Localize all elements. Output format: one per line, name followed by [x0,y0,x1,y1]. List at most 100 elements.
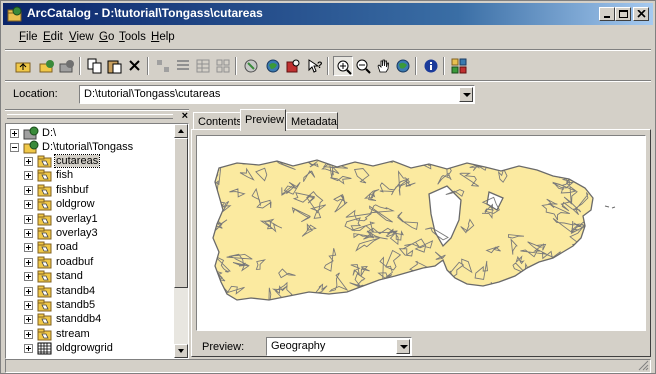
content-panel: Contents Preview Metadata Preview: Geogr… [191,109,651,357]
window-title: ArcCatalog - D:\tutorial\Tongass\cutarea… [27,6,263,20]
catalog-tree[interactable]: D:\ D:\tutorial\Tongass cutareas fish fish… [5,123,189,359]
create-thumbnail-button[interactable] [449,56,469,76]
scroll-thumb[interactable] [174,138,188,288]
location-value[interactable]: D:\tutorial\Tongass\cutareas [84,88,220,100]
minimize-button[interactable] [599,7,615,21]
tree-item-oldgrowgrid[interactable]: oldgrowgrid [24,341,170,355]
menu-edit[interactable]: Edit [43,31,63,43]
close-tree-icon[interactable]: × [182,110,188,122]
tree-item-standb5[interactable]: standb5 [24,298,170,312]
details-button[interactable] [193,56,213,76]
tab-metadata[interactable]: Metadata [286,112,338,130]
expand-icon[interactable] [24,301,33,310]
expand-icon[interactable] [24,185,33,195]
whats-this-button[interactable]: ? [305,56,325,76]
expand-icon[interactable] [24,171,33,181]
expand-icon[interactable] [24,200,33,210]
launch-arcmap-button[interactable] [241,56,261,76]
disconnect-folder-button[interactable] [57,56,77,76]
expand-icon[interactable] [24,243,33,253]
up-one-level-button[interactable] [13,56,33,76]
expand-icon[interactable] [24,257,33,267]
geography-preview-map[interactable] [196,135,646,331]
close-button[interactable] [633,7,649,21]
full-extent-button[interactable] [393,56,413,76]
connect-folder-icon [39,60,54,73]
tree-item-overlay3[interactable]: overlay3 [24,226,170,240]
menu-file[interactable]: File [19,31,38,43]
delete-button[interactable] [125,56,145,76]
tree-item-standb4[interactable]: standb4 [24,284,170,298]
catalog-tree-button[interactable] [263,56,283,76]
tree-item-label: overlay1 [56,212,98,225]
tree-item-standdb4[interactable]: standdb4 [24,312,170,326]
coverage-icon [37,256,52,269]
preview-type-value[interactable]: Geography [271,340,325,352]
zoom-out-icon [356,59,371,74]
search-button[interactable] [283,56,303,76]
drive-connection-icon [23,126,39,140]
maximize-button[interactable] [615,7,631,21]
copy-button[interactable] [85,56,105,76]
tree-item-label: oldgrow [56,198,95,211]
expand-icon[interactable] [24,329,33,339]
scroll-down-button[interactable] [174,344,188,358]
tree-item-stand[interactable]: stand [24,269,170,283]
thumbnails-button[interactable] [213,56,233,76]
tree-caption[interactable]: × [5,110,189,122]
tab-preview[interactable]: Preview [240,109,286,131]
coverage-icon [37,169,52,182]
tree-item-road[interactable]: road [24,240,170,254]
tree-item-stream[interactable]: stream [24,327,170,341]
tree-item-label: standdb4 [56,313,102,326]
menu-tools[interactable]: Tools [119,31,146,43]
location-dropdown-button[interactable] [459,87,473,102]
expand-icon[interactable] [24,344,33,354]
zoom-in-button[interactable] [333,56,353,76]
tree-item-label: stand [56,270,83,283]
large-icons-button[interactable] [153,56,173,76]
identify-button[interactable] [421,56,441,76]
menu-view[interactable]: View [69,31,94,43]
tree-item-cutareas[interactable]: cutareas [24,154,170,168]
expand-icon[interactable] [24,229,33,238]
menu-help[interactable]: Help [151,31,175,43]
tree-scrollbar[interactable] [174,124,188,358]
tree-item-label: fishbuf [56,183,89,196]
tree-item-fish[interactable]: fish [24,168,170,182]
scroll-up-button[interactable] [174,124,188,138]
tree-item-oldgrow[interactable]: oldgrow [24,197,170,211]
cutareas-polygons [212,159,616,301]
preview-type-dropdown-button[interactable] [396,339,410,354]
tree-item-fishbuf[interactable]: fishbuf [24,183,170,197]
expand-icon[interactable] [24,272,33,282]
zoom-out-button[interactable] [353,56,373,76]
expand-icon[interactable] [24,157,33,166]
tab-contents[interactable]: Contents [193,112,242,130]
full-extent-icon [396,59,410,73]
title-bar[interactable]: ArcCatalog - D:\tutorial\Tongass\cutarea… [3,3,653,25]
coverage-icon [37,155,52,168]
close-icon [637,10,646,18]
expand-icon[interactable] [24,315,33,325]
expand-icon[interactable] [10,129,19,138]
tree-node-drive[interactable]: D:\ [10,126,170,140]
location-combobox[interactable]: D:\tutorial\Tongass\cutareas [79,85,475,104]
tree-item-roadbuf[interactable]: roadbuf [24,255,170,269]
expand-icon[interactable] [24,286,33,296]
connect-folder-button[interactable] [37,56,57,76]
tree-node-folder[interactable]: D:\tutorial\Tongass [10,140,170,154]
pan-button[interactable] [373,56,393,76]
menu-go[interactable]: Go [99,31,114,43]
resize-grip-icon[interactable] [638,360,649,371]
collapse-icon[interactable] [10,143,19,152]
preview-type-combobox[interactable]: Geography [266,337,412,356]
tree-item-label: stream [56,327,90,340]
list-button[interactable] [173,56,193,76]
coverage-icon [37,313,52,326]
tree-item-label: cutareas [53,154,101,168]
tree-item-overlay1[interactable]: overlay1 [24,212,170,226]
expand-icon[interactable] [24,214,33,224]
paste-button[interactable] [105,56,125,76]
create-thumbnail-icon [451,58,467,74]
